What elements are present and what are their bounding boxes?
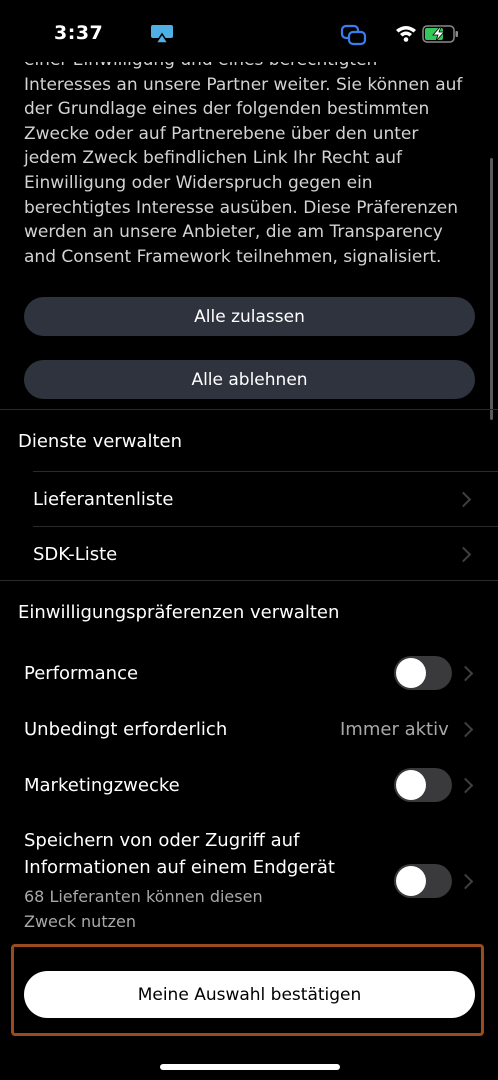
chevron-right-icon [457, 721, 474, 738]
chevron-right-icon [457, 873, 474, 890]
intro-line: einer Einwilligung und eines berechtigte… [24, 62, 484, 73]
vendor-count-text-line2: Zweck nutzen [24, 912, 136, 931]
allow-all-button[interactable]: Alle zulassen [24, 297, 475, 336]
services-section-title: Dienste verwalten [18, 431, 182, 452]
intro-line: jedem Zweck befindlichen Link Ihr Recht … [24, 148, 403, 169]
intro-line: Einwilligung oder Widerspruch gegen ein [24, 172, 373, 193]
intro-line: der Grundlage eines der folgenden bestim… [24, 99, 430, 120]
performance-label: Performance [24, 663, 139, 684]
vendor-list-row[interactable]: Lieferantenliste [0, 472, 498, 526]
status-time: 3:37 [54, 22, 104, 44]
divider [0, 409, 498, 410]
battery-charging-icon [422, 25, 458, 43]
vendor-list-label: Lieferantenliste [33, 489, 174, 510]
intro-text: einer Einwilligung und eines berechtigte… [24, 62, 484, 269]
storage-access-label-line2: Informationen auf einem Endgerät [24, 857, 335, 878]
chevron-right-icon [455, 546, 472, 563]
chevron-right-icon [457, 665, 474, 682]
marketing-toggle[interactable] [394, 768, 452, 802]
intro-line: berechtigtes Interesse ausüben. Diese Pr… [24, 197, 459, 218]
chevron-right-icon [457, 777, 474, 794]
marketing-label: Marketingzwecke [24, 775, 180, 796]
home-indicator[interactable] [160, 1064, 340, 1070]
intro-line: Zwecke oder auf Partnerebene über den un… [24, 123, 419, 144]
vendor-count-text-line1: 68 Lieferanten können diesen [24, 887, 263, 906]
reject-all-button[interactable]: Alle ablehnen [24, 360, 475, 399]
screen-mirroring-icon [340, 24, 367, 46]
strictly-necessary-label: Unbedingt erforderlich [24, 719, 228, 740]
storage-access-toggle[interactable] [394, 864, 452, 898]
toggle-knob [396, 866, 426, 896]
status-bar: 3:37 [0, 0, 498, 62]
storage-access-row[interactable]: Speichern von oder Zugriff auf Informati… [0, 826, 498, 936]
divider [0, 580, 498, 581]
toggle-knob [396, 770, 426, 800]
strictly-necessary-row[interactable]: Unbedingt erforderlich Immer aktiv [0, 708, 498, 752]
sdk-list-row[interactable]: SDK-Liste [0, 527, 498, 580]
toggle-knob [396, 658, 426, 688]
confirm-selection-button[interactable]: Meine Auswahl bestätigen [24, 971, 475, 1018]
sdk-list-label: SDK-Liste [33, 544, 118, 565]
intro-text-container: einer Einwilligung und eines berechtigte… [0, 62, 498, 282]
chevron-right-icon [455, 491, 472, 508]
always-active-label: Immer aktiv [340, 719, 449, 740]
preferences-section-title: Einwilligungspräferenzen verwalten [18, 602, 340, 623]
wifi-icon [396, 26, 416, 42]
scrollbar[interactable] [490, 158, 493, 420]
storage-access-label-line1: Speichern von oder Zugriff auf [24, 830, 300, 851]
intro-line: werden an unsere Anbieter, die am Transp… [24, 222, 443, 243]
intro-line: and Consent Framework teilnehmen, signal… [24, 246, 442, 267]
marketing-row[interactable]: Marketingzwecke [0, 763, 498, 809]
airplay-icon [151, 25, 173, 44]
intro-line: Interesses an unsere Partner weiter. Sie… [24, 74, 463, 95]
performance-toggle[interactable] [394, 656, 452, 690]
performance-row[interactable]: Performance [0, 650, 498, 696]
